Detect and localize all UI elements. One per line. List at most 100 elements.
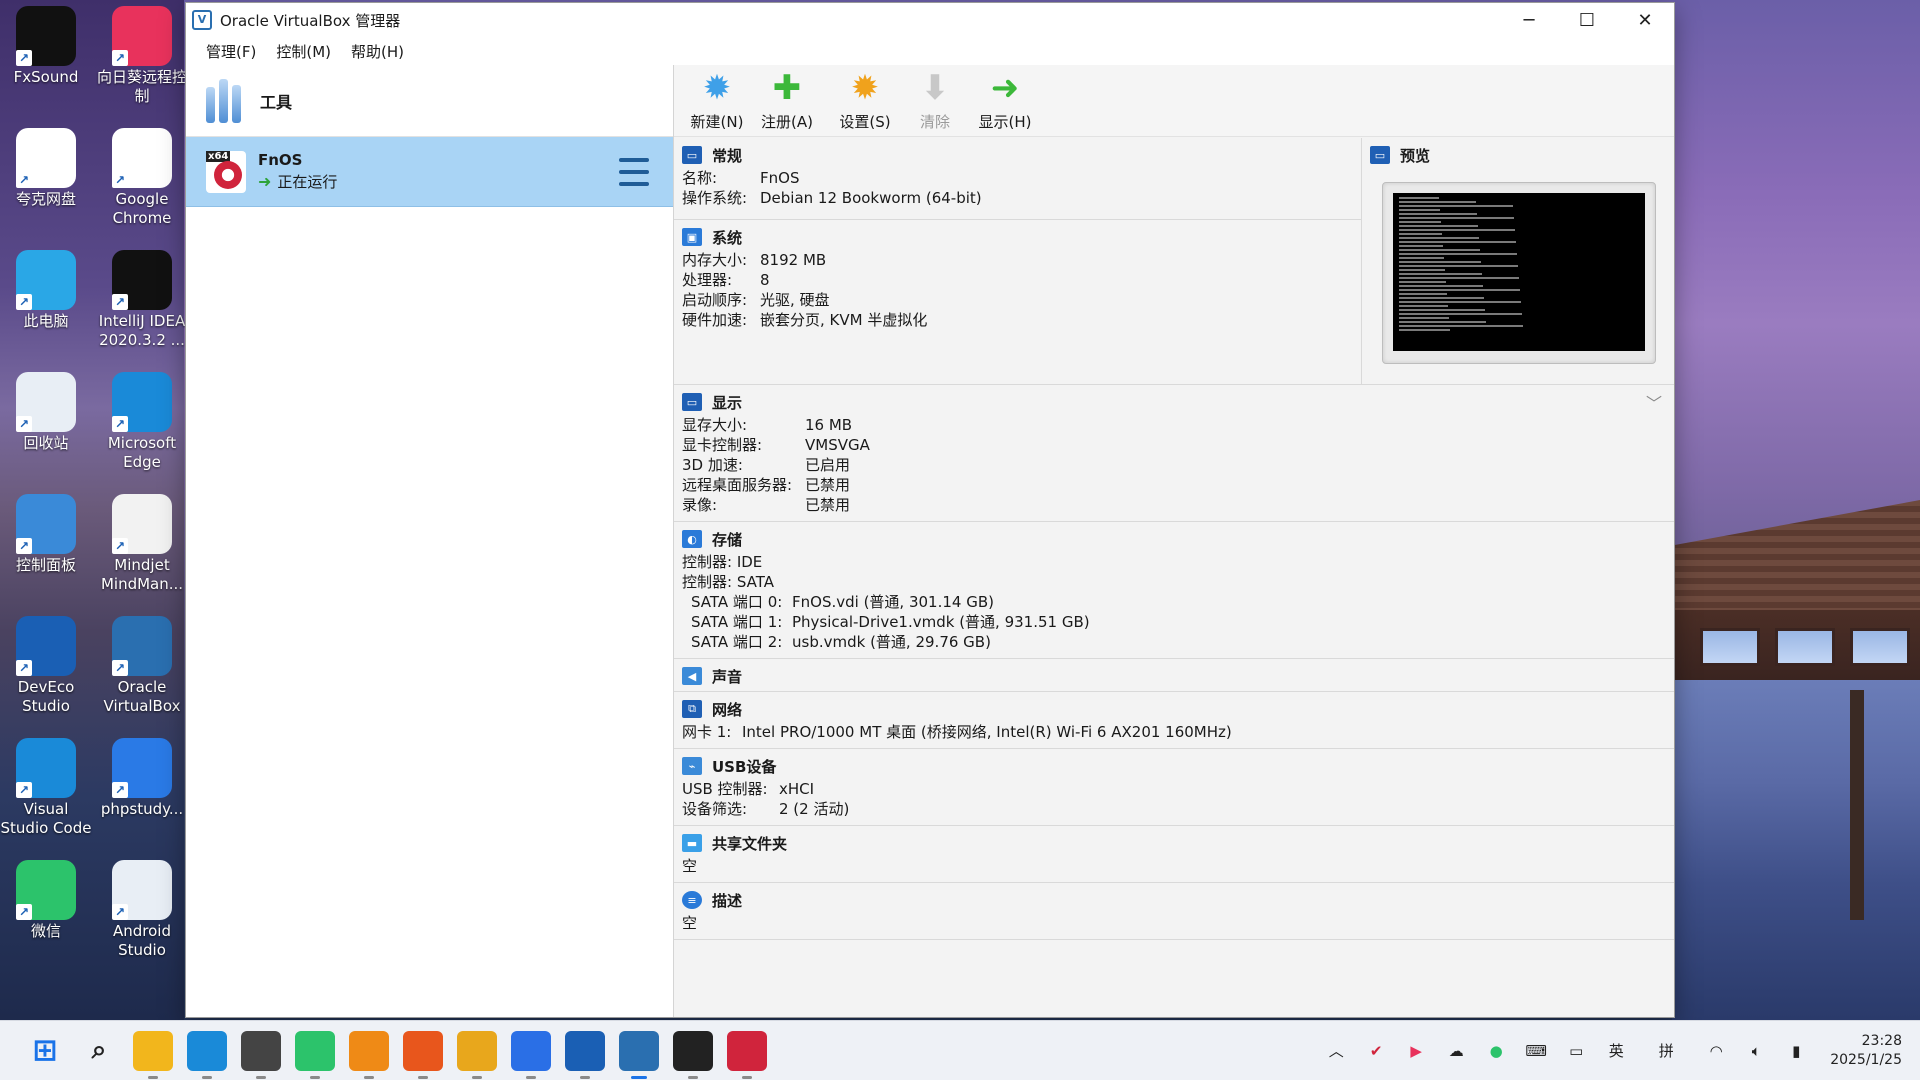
console-text-line xyxy=(1399,221,1441,223)
desktop-icon[interactable]: ↗ Microsoft Edge xyxy=(96,372,188,472)
battery-icon[interactable]: ▮ xyxy=(1784,1039,1808,1063)
section-preview: ▭ 预览 xyxy=(1362,138,1674,384)
desktop-icon[interactable]: ↗ 向日葵远程控制 xyxy=(96,6,188,106)
settings-button[interactable]: ✹ 设置(S) xyxy=(830,67,900,136)
tools-item[interactable]: 工具 xyxy=(186,65,673,137)
file-explorer-icon[interactable] xyxy=(133,1030,173,1079)
virtualbox-icon[interactable] xyxy=(619,1030,659,1079)
tray-tablet-icon[interactable]: ▭ xyxy=(1564,1039,1588,1063)
wechat-icon[interactable] xyxy=(295,1030,335,1079)
deveco-icon: ↗ xyxy=(16,616,76,676)
desktop-icon[interactable]: ↗ 回收站 xyxy=(0,372,92,453)
tray-keyboard-icon[interactable]: ⌨ xyxy=(1524,1039,1548,1063)
console-text-line xyxy=(1399,265,1518,267)
section-network-title[interactable]: 网络 xyxy=(712,699,742,720)
chevron-down-icon[interactable]: ﹀ xyxy=(1646,390,1662,414)
storage-port1-key: SATA 端口 1: xyxy=(691,613,783,631)
add-button[interactable]: ✚ 注册(A) xyxy=(752,67,822,136)
sublime-text-icon[interactable] xyxy=(349,1030,389,1079)
chrome-icon[interactable] xyxy=(457,1030,497,1079)
section-preview-title[interactable]: 预览 xyxy=(1400,145,1430,166)
tray-wechat-icon[interactable]: ● xyxy=(1484,1039,1508,1063)
edge-dev-icon[interactable] xyxy=(511,1030,551,1079)
wifi-icon[interactable]: ◠ xyxy=(1704,1039,1728,1063)
shortcut-arrow-icon: ↗ xyxy=(16,538,32,554)
vscode-like-icon[interactable] xyxy=(565,1030,605,1079)
terminal-icon[interactable] xyxy=(673,1030,713,1079)
vm-item-menu-icon[interactable] xyxy=(619,157,649,186)
tray-app-red-icon[interactable]: ✔ xyxy=(1364,1039,1388,1063)
maximize-button[interactable]: ☐ xyxy=(1558,3,1616,37)
desktop-icon[interactable]: ↗ 夸克网盘 xyxy=(0,128,92,209)
console-text-line xyxy=(1399,249,1480,251)
mindjet-icon: ↗ xyxy=(112,494,172,554)
ime-mode[interactable]: 拼 xyxy=(1654,1039,1678,1063)
tray-cloud-icon[interactable]: ☁ xyxy=(1444,1039,1468,1063)
preview-frame[interactable] xyxy=(1382,182,1656,364)
console-text-line xyxy=(1399,257,1444,259)
add-button-label: 注册(A) xyxy=(761,113,813,131)
desktop-icon[interactable]: ↗ Google Chrome xyxy=(96,128,188,228)
volume-icon[interactable]: 🔈︎ xyxy=(1744,1039,1768,1063)
menu-bar: 管理(F) 控制(M) 帮助(H) xyxy=(186,37,1674,65)
show-button[interactable]: ➜ 显示(H) xyxy=(970,67,1040,136)
discard-button[interactable]: ⬇ 清除 xyxy=(900,67,970,136)
section-audio-title[interactable]: 声音 xyxy=(712,666,742,687)
start-windows-icon[interactable]: ⊞ xyxy=(25,1031,65,1071)
discard-button-label: 清除 xyxy=(919,113,950,131)
desktop-icon[interactable]: ↗ 微信 xyxy=(0,860,92,941)
desktop-icon[interactable]: ↗ Android Studio xyxy=(96,860,188,960)
storage-port0-key: SATA 端口 0: xyxy=(691,593,783,611)
section-general-title[interactable]: 常规 xyxy=(712,145,742,166)
desktop-icon-label: Mindjet MindMan... xyxy=(100,556,184,593)
virtualbox-icon: ↗ xyxy=(112,616,172,676)
new-button[interactable]: ✹ 新建(N) xyxy=(682,67,752,136)
minimize-button[interactable]: ─ xyxy=(1500,3,1558,37)
close-button[interactable]: ✕ xyxy=(1616,3,1674,37)
desktop-icon[interactable]: ↗ phpstudy... xyxy=(96,738,188,819)
shortcut-arrow-icon: ↗ xyxy=(16,416,32,432)
menu-help[interactable]: 帮助(H) xyxy=(341,41,414,62)
desktop-icon[interactable]: ↗ Visual Studio Code xyxy=(0,738,92,838)
console-text-line xyxy=(1399,317,1449,319)
edge-icon[interactable] xyxy=(187,1030,227,1079)
firefox-icon[interactable] xyxy=(403,1030,443,1079)
desktop-icon[interactable]: ↗ Oracle VirtualBox xyxy=(96,616,188,716)
section-usb-title[interactable]: USB设备 xyxy=(712,756,776,777)
desktop-icon[interactable]: ↗ Mindjet MindMan... xyxy=(96,494,188,594)
desktop-icon[interactable]: ↗ DevEco Studio xyxy=(0,616,92,716)
title-bar[interactable]: V Oracle VirtualBox 管理器 ─ ☐ ✕ xyxy=(186,3,1674,37)
general-name-key: 名称: xyxy=(682,169,718,187)
wallpaper-bridge-window xyxy=(1775,628,1835,666)
desktop-icon[interactable]: ↗ 控制面板 xyxy=(0,494,92,575)
search-icon[interactable]: ⌕ xyxy=(79,1031,119,1071)
general-icon: ▭ xyxy=(682,146,702,164)
section-display-title[interactable]: 显示 xyxy=(712,392,742,413)
menu-manage[interactable]: 管理(F) xyxy=(196,41,266,62)
section-shared-title[interactable]: 共享文件夹 xyxy=(712,833,787,854)
menu-control[interactable]: 控制(M) xyxy=(266,41,341,62)
vm-item-fnos[interactable]: x64 FnOS ➜ 正在运行 xyxy=(186,137,673,207)
running-arrow-icon: ➜ xyxy=(258,172,272,191)
folder-icon: ▬ xyxy=(682,834,702,852)
section-description-title[interactable]: 描述 xyxy=(712,890,742,911)
settings-gear-icon: ✹ xyxy=(850,68,880,108)
show-hidden-icons-chevron-icon[interactable]: ︿ xyxy=(1324,1039,1348,1063)
clock[interactable]: 23:28 2025/1/25 xyxy=(1830,1032,1902,1070)
console-text-line xyxy=(1399,245,1443,247)
section-shared-folders: ▬ 共享文件夹 空 xyxy=(674,826,1674,883)
description-value: 空 xyxy=(682,914,698,932)
console-text-line xyxy=(1399,253,1517,255)
fnos-vm-icon[interactable] xyxy=(727,1030,767,1079)
ime-language[interactable]: 英 xyxy=(1604,1039,1628,1063)
steam-like-icon[interactable] xyxy=(241,1030,281,1079)
section-storage-title[interactable]: 存储 xyxy=(712,529,742,550)
show-button-label: 显示(H) xyxy=(978,113,1032,131)
section-system-title[interactable]: 系统 xyxy=(712,227,742,248)
desktop-icon[interactable]: ↗ 此电脑 xyxy=(0,250,92,331)
tray-sunflower-icon[interactable]: ▶ xyxy=(1404,1039,1428,1063)
desktop-icon-label: 回收站 xyxy=(23,434,69,452)
desktop-icon[interactable]: ↗ IntelliJ IDEA 2020.3.2 ... xyxy=(96,250,188,350)
desktop-icon[interactable]: ↗ FxSound xyxy=(0,6,92,87)
vscode-icon: ↗ xyxy=(16,738,76,798)
